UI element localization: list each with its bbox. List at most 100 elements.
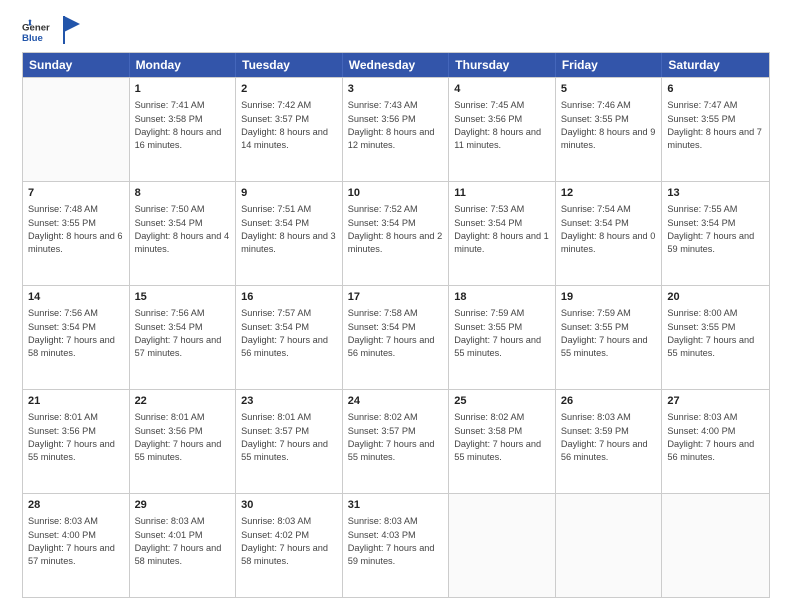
day-number: 31 [348,498,444,513]
calendar-header: Sunday Monday Tuesday Wednesday Thursday… [23,53,769,77]
cell-info: Sunrise: 8:00 AMSunset: 3:55 PMDaylight:… [667,307,764,360]
cell-info: Sunrise: 8:02 AMSunset: 3:58 PMDaylight:… [454,411,550,464]
day-number: 26 [561,394,657,409]
cell-info: Sunrise: 7:56 AMSunset: 3:54 PMDaylight:… [135,307,231,360]
cell-info: Sunrise: 7:53 AMSunset: 3:54 PMDaylight:… [454,203,550,256]
calendar-cell: 16 Sunrise: 7:57 AMSunset: 3:54 PMDayligh… [236,286,343,389]
cell-info: Sunrise: 7:52 AMSunset: 3:54 PMDaylight:… [348,203,444,256]
cell-info: Sunrise: 7:55 AMSunset: 3:54 PMDaylight:… [667,203,764,256]
calendar-cell: 27 Sunrise: 8:03 AMSunset: 4:00 PMDayligh… [662,390,769,493]
header-tuesday: Tuesday [236,53,343,77]
day-number: 4 [454,82,550,97]
day-number: 27 [667,394,764,409]
calendar-cell: 20 Sunrise: 8:00 AMSunset: 3:55 PMDayligh… [662,286,769,389]
header-wednesday: Wednesday [343,53,450,77]
header-sunday: Sunday [23,53,130,77]
calendar-cell: 21 Sunrise: 8:01 AMSunset: 3:56 PMDayligh… [23,390,130,493]
calendar-cell: 31 Sunrise: 8:03 AMSunset: 4:03 PMDayligh… [343,494,450,597]
calendar-cell [556,494,663,597]
calendar-cell: 2 Sunrise: 7:42 AMSunset: 3:57 PMDaylight… [236,78,343,181]
cell-info: Sunrise: 7:50 AMSunset: 3:54 PMDaylight:… [135,203,231,256]
cell-info: Sunrise: 7:56 AMSunset: 3:54 PMDaylight:… [28,307,124,360]
day-number: 23 [241,394,337,409]
calendar-cell [662,494,769,597]
calendar-cell [23,78,130,181]
logo-icon: General Blue [22,18,50,46]
calendar-cell: 28 Sunrise: 8:03 AMSunset: 4:00 PMDayligh… [23,494,130,597]
calendar-cell: 6Sunrise: 7:47 AMSunset: 3:55 PMDaylight… [662,78,769,181]
day-number: 10 [348,186,444,201]
cell-info: Sunrise: 8:03 AMSunset: 4:00 PMDaylight:… [667,411,764,464]
cell-info: Sunrise: 7:43 AMSunset: 3:56 PMDaylight:… [348,99,444,152]
day-number: 12 [561,186,657,201]
calendar-cell: 26 Sunrise: 8:03 AMSunset: 3:59 PMDayligh… [556,390,663,493]
svg-text:Blue: Blue [22,33,43,44]
day-number: 28 [28,498,124,513]
day-number: 1 [135,82,231,97]
calendar-cell: 23 Sunrise: 8:01 AMSunset: 3:57 PMDayligh… [236,390,343,493]
cell-info: Sunrise: 8:03 AMSunset: 4:03 PMDaylight:… [348,515,444,568]
calendar-cell: 13 Sunrise: 7:55 AMSunset: 3:54 PMDayligh… [662,182,769,285]
day-number: 17 [348,290,444,305]
header-monday: Monday [130,53,237,77]
header-saturday: Saturday [662,53,769,77]
calendar-row-5: 28 Sunrise: 8:03 AMSunset: 4:00 PMDayligh… [23,493,769,597]
cell-info: Sunrise: 8:01 AMSunset: 3:57 PMDaylight:… [241,411,337,464]
day-number: 24 [348,394,444,409]
day-number: 16 [241,290,337,305]
cell-info: Sunrise: 8:03 AMSunset: 4:02 PMDaylight:… [241,515,337,568]
day-number: 21 [28,394,124,409]
header-thursday: Thursday [449,53,556,77]
calendar-row-2: 7Sunrise: 7:48 AMSunset: 3:55 PMDaylight… [23,181,769,285]
day-number: 20 [667,290,764,305]
day-number: 11 [454,186,550,201]
page-header: General Blue [22,18,770,46]
day-number: 6 [667,82,764,97]
day-number: 8 [135,186,231,201]
calendar-cell: 12Sunrise: 7:54 AMSunset: 3:54 PMDayligh… [556,182,663,285]
calendar-cell: 22Sunrise: 8:01 AMSunset: 3:56 PMDayligh… [130,390,237,493]
calendar-cell [449,494,556,597]
cell-info: Sunrise: 8:02 AMSunset: 3:57 PMDaylight:… [348,411,444,464]
calendar-row-1: 1 Sunrise: 7:41 AMSunset: 3:58 PMDaylight… [23,77,769,181]
calendar: Sunday Monday Tuesday Wednesday Thursday… [22,52,770,598]
cell-info: Sunrise: 8:01 AMSunset: 3:56 PMDaylight:… [135,411,231,464]
calendar-body: 1 Sunrise: 7:41 AMSunset: 3:58 PMDaylight… [23,77,769,597]
calendar-cell: 4 Sunrise: 7:45 AMSunset: 3:56 PMDaylight… [449,78,556,181]
calendar-cell: 3Sunrise: 7:43 AMSunset: 3:56 PMDaylight… [343,78,450,181]
calendar-cell: 17Sunrise: 7:58 AMSunset: 3:54 PMDayligh… [343,286,450,389]
day-number: 9 [241,186,337,201]
day-number: 14 [28,290,124,305]
cell-info: Sunrise: 7:57 AMSunset: 3:54 PMDaylight:… [241,307,337,360]
calendar-cell: 24 Sunrise: 8:02 AMSunset: 3:57 PMDayligh… [343,390,450,493]
cell-info: Sunrise: 7:59 AMSunset: 3:55 PMDaylight:… [454,307,550,360]
day-number: 19 [561,290,657,305]
cell-info: Sunrise: 8:03 AMSunset: 3:59 PMDaylight:… [561,411,657,464]
calendar-cell: 29 Sunrise: 8:03 AMSunset: 4:01 PMDayligh… [130,494,237,597]
cell-info: Sunrise: 7:41 AMSunset: 3:58 PMDaylight:… [135,99,231,152]
day-number: 18 [454,290,550,305]
calendar-cell: 11 Sunrise: 7:53 AMSunset: 3:54 PMDayligh… [449,182,556,285]
cell-info: Sunrise: 8:01 AMSunset: 3:56 PMDaylight:… [28,411,124,464]
cell-info: Sunrise: 8:03 AMSunset: 4:00 PMDaylight:… [28,515,124,568]
day-number: 29 [135,498,231,513]
cell-info: Sunrise: 8:03 AMSunset: 4:01 PMDaylight:… [135,515,231,568]
calendar-cell: 9 Sunrise: 7:51 AMSunset: 3:54 PMDaylight… [236,182,343,285]
day-number: 13 [667,186,764,201]
calendar-cell: 8 Sunrise: 7:50 AMSunset: 3:54 PMDaylight… [130,182,237,285]
calendar-cell: 14 Sunrise: 7:56 AMSunset: 3:54 PMDayligh… [23,286,130,389]
cell-info: Sunrise: 7:51 AMSunset: 3:54 PMDaylight:… [241,203,337,256]
header-friday: Friday [556,53,663,77]
day-number: 2 [241,82,337,97]
calendar-cell: 25Sunrise: 8:02 AMSunset: 3:58 PMDayligh… [449,390,556,493]
calendar-row-4: 21 Sunrise: 8:01 AMSunset: 3:56 PMDayligh… [23,389,769,493]
cell-info: Sunrise: 7:42 AMSunset: 3:57 PMDaylight:… [241,99,337,152]
cell-info: Sunrise: 7:45 AMSunset: 3:56 PMDaylight:… [454,99,550,152]
logo: General Blue [22,18,82,46]
calendar-row-3: 14 Sunrise: 7:56 AMSunset: 3:54 PMDayligh… [23,285,769,389]
day-number: 5 [561,82,657,97]
day-number: 7 [28,186,124,201]
calendar-cell: 15Sunrise: 7:56 AMSunset: 3:54 PMDayligh… [130,286,237,389]
calendar-cell: 7Sunrise: 7:48 AMSunset: 3:55 PMDaylight… [23,182,130,285]
calendar-cell: 19Sunrise: 7:59 AMSunset: 3:55 PMDayligh… [556,286,663,389]
